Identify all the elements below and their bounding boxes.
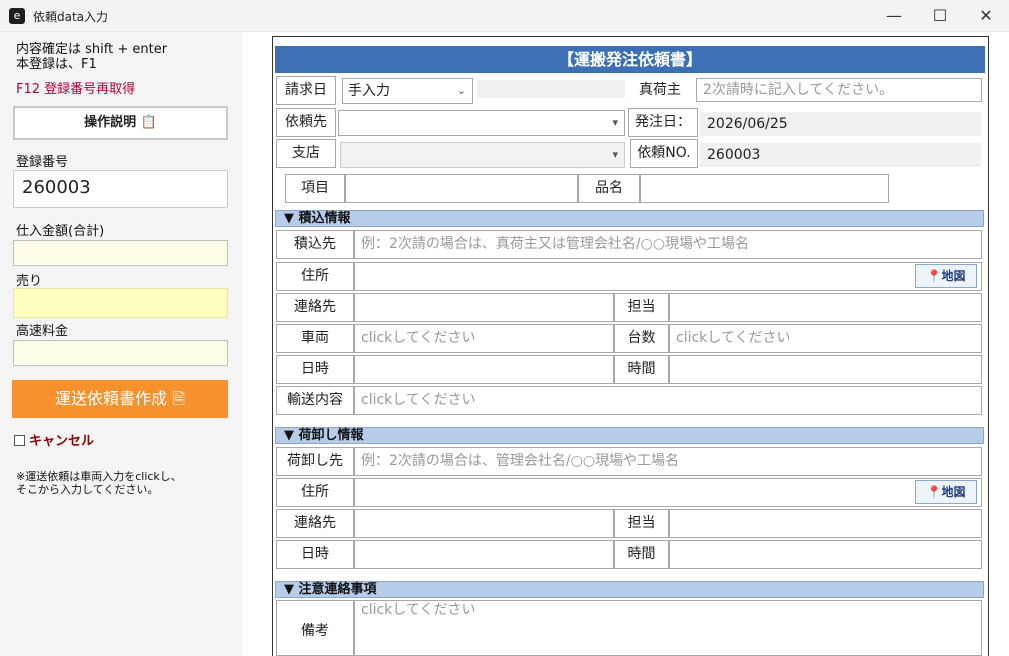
product-input[interactable] bbox=[640, 174, 889, 203]
loading-place-input[interactable]: 例：2次請の場合は、真荷主又は管理会社名/○○現場や工場名 bbox=[354, 230, 982, 259]
remarks-textarea[interactable]: clickしてください bbox=[354, 600, 982, 656]
order-date-label: 発注日： bbox=[628, 108, 698, 137]
shortcut-hint: 内容確定は shift + enter 本登録は、F1 bbox=[16, 42, 168, 72]
unloading-place-label: 荷卸し先 bbox=[276, 447, 354, 476]
unloading-time-label: 時間 bbox=[614, 540, 669, 569]
unloading-time-input[interactable] bbox=[669, 540, 982, 569]
request-no-label: 依頼NO. bbox=[630, 139, 698, 168]
order-date-field: 2026/06/25 bbox=[700, 112, 981, 136]
unloading-section-header: ▼ 荷卸し情報 bbox=[275, 427, 984, 444]
help-button[interactable]: 操作説明 📋 bbox=[13, 106, 228, 140]
loading-map-button[interactable]: 📍地図 bbox=[915, 264, 977, 288]
loading-address-input[interactable] bbox=[354, 262, 982, 291]
toll-label: 高速料金 bbox=[16, 324, 69, 339]
item-label: 項目 bbox=[285, 174, 345, 203]
unloading-address-label: 住所 bbox=[276, 478, 354, 507]
loading-person-label: 担当 bbox=[614, 293, 669, 322]
client-label: 依頼先 bbox=[276, 108, 336, 137]
loading-section-header: ▼ 積込情報 bbox=[275, 210, 984, 227]
billing-date-label: 請求日 bbox=[276, 76, 336, 105]
loading-person-input[interactable] bbox=[669, 293, 982, 322]
loading-contact-input[interactable] bbox=[354, 293, 614, 322]
purchase-amount-label: 仕入金額(合計) bbox=[16, 224, 105, 239]
remarks-label: 備考 bbox=[276, 600, 354, 656]
vehicle-count-label: 台数 bbox=[614, 324, 669, 353]
item-input[interactable] bbox=[345, 174, 578, 203]
loading-address-label: 住所 bbox=[276, 262, 354, 291]
unloading-person-input[interactable] bbox=[669, 509, 982, 538]
unloading-contact-input[interactable] bbox=[354, 509, 614, 538]
f12-hint: F12 登録番号再取得 bbox=[16, 82, 136, 97]
billing-date-select[interactable]: 手入力 ⌄ bbox=[342, 78, 473, 104]
maximize-button[interactable]: ☐ bbox=[917, 0, 963, 32]
loading-time-label: 時間 bbox=[614, 355, 669, 384]
cancel-checkbox[interactable]: キャンセル bbox=[14, 430, 94, 449]
vehicle-input[interactable]: clickしてください bbox=[354, 324, 614, 353]
toll-field[interactable] bbox=[13, 340, 228, 366]
dropdown-arrow-icon: ▾ bbox=[612, 116, 618, 129]
form-banner: 【運搬発注依頼書】 bbox=[275, 46, 985, 73]
purchase-amount-field[interactable] bbox=[13, 240, 228, 266]
instruction-note: ※運送依頼は車両入力をclickし、 そこから入力してください。 bbox=[16, 470, 182, 496]
unloading-address-input[interactable] bbox=[354, 478, 982, 507]
chevron-down-icon: ⌄ bbox=[456, 84, 466, 97]
minimize-button[interactable]: — bbox=[871, 0, 917, 32]
loading-time-input[interactable] bbox=[669, 355, 982, 384]
left-panel: 内容確定は shift + enter 本登録は、F1 F12 登録番号再取得 … bbox=[0, 32, 242, 656]
unloading-person-label: 担当 bbox=[614, 509, 669, 538]
loading-date-label: 日時 bbox=[276, 355, 354, 384]
unloading-map-button[interactable]: 📍地図 bbox=[915, 480, 977, 504]
unloading-date-label: 日時 bbox=[276, 540, 354, 569]
unloading-date-input[interactable] bbox=[354, 540, 614, 569]
transport-content-label: 輸送内容 bbox=[276, 386, 354, 415]
checkbox-icon[interactable] bbox=[14, 435, 25, 446]
create-request-button[interactable]: 運送依頼書作成 🗎 bbox=[12, 380, 228, 418]
notes-section-header: ▼ 注意連絡事項 bbox=[275, 581, 984, 598]
reg-number-label: 登録番号 bbox=[16, 155, 69, 170]
sales-label: 売り bbox=[16, 274, 43, 289]
loading-place-label: 積込先 bbox=[276, 230, 354, 259]
unloading-contact-label: 連絡先 bbox=[276, 509, 354, 538]
billing-date-display bbox=[477, 80, 625, 98]
shipper-input[interactable]: 2次請時に記入してください。 bbox=[696, 78, 982, 102]
reg-number-field[interactable]: 260003 bbox=[13, 170, 228, 208]
branch-label: 支店 bbox=[276, 139, 336, 168]
app-icon: e bbox=[9, 8, 25, 24]
shipper-label: 真荷主 bbox=[630, 76, 690, 105]
vehicle-count-input[interactable]: clickしてください bbox=[669, 324, 982, 353]
dropdown-arrow-icon: ▾ bbox=[612, 148, 618, 161]
window-title: 依頼data入力 bbox=[33, 10, 109, 24]
branch-select[interactable]: ▾ bbox=[340, 142, 625, 168]
transport-content-input[interactable]: clickしてください bbox=[354, 386, 982, 415]
title-bar: e 依頼data入力 — ☐ ✕ bbox=[0, 0, 1009, 32]
sales-field[interactable] bbox=[13, 288, 228, 318]
loading-contact-label: 連絡先 bbox=[276, 293, 354, 322]
client-select[interactable]: ▾ bbox=[338, 110, 625, 136]
request-no-field: 260003 bbox=[700, 143, 981, 167]
close-button[interactable]: ✕ bbox=[963, 0, 1009, 32]
product-label: 品名 bbox=[578, 174, 640, 203]
vehicle-label: 車両 bbox=[276, 324, 354, 353]
unloading-place-input[interactable]: 例：2次請の場合は、管理会社名/○○現場や工場名 bbox=[354, 447, 982, 476]
loading-date-input[interactable] bbox=[354, 355, 614, 384]
